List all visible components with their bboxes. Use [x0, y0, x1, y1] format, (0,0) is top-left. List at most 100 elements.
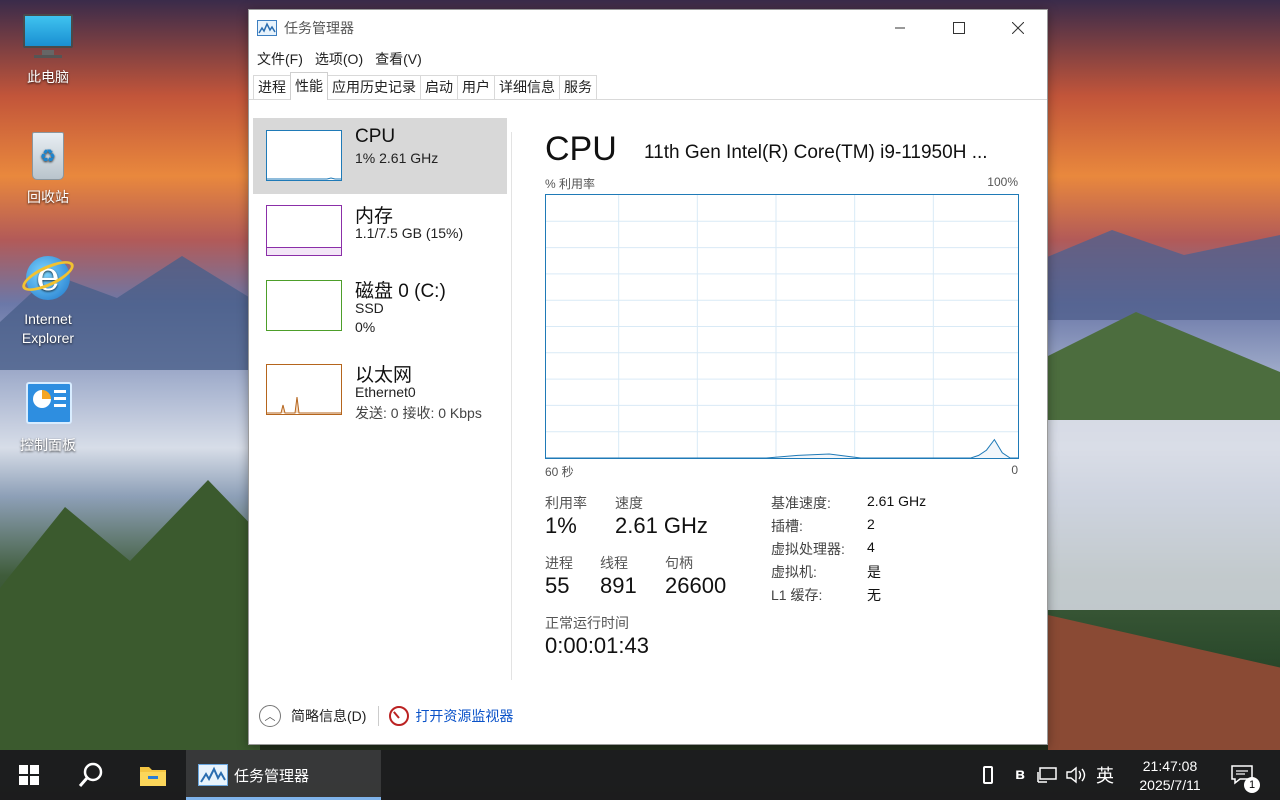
window-title: 任务管理器 [284, 20, 354, 36]
desktop-icon-label: 回收站 [27, 189, 69, 205]
menu-file[interactable]: 文件(F) [251, 49, 309, 69]
menu-bar: 文件(F) 选项(O) 查看(V) [249, 46, 1047, 72]
title-bar[interactable]: 任务管理器 [249, 10, 1047, 46]
usb-device-icon[interactable] [978, 750, 998, 800]
pane-divider[interactable] [511, 132, 512, 680]
background-mountain [1040, 230, 1280, 320]
resource-detail: 0% [355, 319, 376, 335]
tab-processes[interactable]: 进程 [253, 75, 291, 99]
resource-name: 磁盘 0 (C:) [355, 281, 446, 302]
menu-options[interactable]: 选项(O) [309, 49, 369, 69]
tab-details[interactable]: 详细信息 [494, 75, 560, 99]
spec-value: 无 [867, 587, 881, 603]
cpu-model-name: 11th Gen Intel(R) Core(TM) i9-11950H ... [644, 142, 988, 163]
bluetooth-icon[interactable]: ʙ [1008, 750, 1032, 800]
cpu-graph-svg [546, 195, 1018, 459]
taskbar-app-task-manager[interactable]: 任务管理器 [186, 750, 381, 800]
resource-name: 内存 [355, 206, 394, 227]
desktop-icon-recycle-bin[interactable]: ♻ 回收站 [8, 130, 88, 207]
windows-logo-icon [19, 765, 39, 785]
resource-name: 以太网 [355, 365, 413, 386]
desktop-icon-label: Explorer [21, 330, 75, 346]
recycle-bin-icon: ♻ [20, 130, 76, 182]
ethernet-thumbnail-line [267, 396, 341, 414]
spec-value: 2 [867, 516, 875, 532]
speaker-icon [1066, 766, 1086, 784]
cpu-thumbnail-line [267, 177, 341, 180]
close-icon [1011, 22, 1024, 34]
ethernet-thumbnail-graph [266, 364, 342, 415]
spec-value: 2.61 GHz [867, 493, 927, 509]
file-explorer-button[interactable] [126, 750, 180, 800]
speed-label: 速度 [615, 495, 643, 511]
cpu-usage-area [546, 439, 1018, 458]
action-center-button[interactable]: 1 [1222, 750, 1262, 800]
handles-label: 句柄 [665, 555, 693, 571]
window-footer: ︿ 简略信息(D) 打开资源监视器 [259, 704, 513, 728]
taskbar-app-label: 任务管理器 [234, 767, 310, 785]
tab-startup[interactable]: 启动 [420, 75, 458, 99]
tab-app-history[interactable]: 应用历史记录 [327, 75, 421, 99]
volume-icon[interactable] [1064, 750, 1088, 800]
fewer-details-link[interactable]: 简略信息(D) [291, 706, 366, 726]
desktop-icon-this-pc[interactable]: 此电脑 [8, 10, 88, 87]
spec-label: 虚拟机: [771, 564, 817, 580]
background-great-wall [1048, 615, 1280, 750]
cpu-detail-panel: CPU 11th Gen Intel(R) Core(TM) i9-11950H… [545, 118, 1021, 678]
desktop-icon-label: 控制面板 [20, 437, 76, 453]
tab-services[interactable]: 服务 [559, 75, 597, 99]
spec-label: 基准速度: [771, 495, 831, 511]
cpu-usage-line [546, 438, 1018, 459]
threads-label: 线程 [600, 555, 628, 571]
processes-label: 进程 [545, 555, 573, 571]
graph-x-label: 60 秒 [545, 465, 574, 479]
graph-max-label: 100% [987, 175, 1018, 189]
resource-item-disk[interactable]: 磁盘 0 (C:) SSD 0% [253, 270, 507, 346]
resource-item-cpu[interactable]: CPU 1% 2.61 GHz [253, 118, 507, 194]
resource-detail: Ethernet0 [355, 384, 416, 400]
collapse-chevron-icon[interactable]: ︿ [259, 705, 281, 727]
search-icon [78, 762, 103, 787]
background-mist [1048, 420, 1280, 610]
tab-performance[interactable]: 性能 [290, 72, 328, 100]
graph-y-label: % 利用率 [545, 177, 596, 191]
start-button[interactable] [0, 750, 58, 800]
spec-label: 插槽: [771, 518, 803, 534]
menu-view[interactable]: 查看(V) [369, 49, 428, 69]
desktop-icon-label: Internet [24, 311, 72, 327]
utilization-value: 1% [545, 513, 577, 538]
network-icon[interactable] [1036, 750, 1058, 800]
disk-thumbnail-graph [266, 280, 342, 331]
close-button[interactable] [988, 10, 1047, 46]
background-mountain [0, 480, 260, 750]
taskbar: 任务管理器 ʙ 英 21:47:08 2025/7/11 1 [0, 750, 1280, 800]
folder-icon [140, 767, 166, 786]
control-panel-icon [20, 378, 76, 430]
speed-value: 2.61 GHz [615, 513, 708, 538]
uptime-label: 正常运行时间 [545, 615, 629, 631]
resource-item-ethernet[interactable]: 以太网 Ethernet0 发送: 0 接收: 0 Kbps [253, 346, 507, 422]
tab-strip: 进程 性能 应用历史记录 启动 用户 详细信息 服务 [249, 72, 1047, 100]
uptime-value: 0:00:01:43 [545, 633, 649, 658]
resource-item-memory[interactable]: 内存 1.1/7.5 GB (15%) [253, 194, 507, 270]
cpu-thumbnail-graph [266, 130, 342, 181]
resource-detail: 1.1/7.5 GB (15%) [355, 225, 464, 241]
maximize-button[interactable] [929, 10, 988, 46]
clock-time: 21:47:08 [1142, 757, 1198, 774]
clock-date: 2025/7/11 [1139, 776, 1201, 793]
desktop-icon-control-panel[interactable]: 控制面板 [8, 378, 88, 455]
network-monitor-icon [1037, 767, 1057, 783]
open-resource-monitor-link[interactable]: 打开资源监视器 [415, 706, 513, 726]
search-button[interactable] [64, 750, 118, 800]
spec-label: L1 缓存: [771, 587, 823, 603]
input-method-indicator[interactable]: 英 [1092, 750, 1118, 800]
task-manager-window: 任务管理器 文件(F) 选项(O) 查看(V) 进程 性能 应用历史记录 启动 … [248, 9, 1048, 745]
minimize-button[interactable] [870, 10, 929, 46]
monitor-icon [20, 10, 76, 62]
desktop-icon-internet-explorer[interactable]: e Internet Explorer [8, 252, 88, 348]
tab-users[interactable]: 用户 [457, 75, 495, 99]
clock[interactable]: 21:47:08 2025/7/11 [1124, 750, 1216, 800]
footer-divider [378, 706, 380, 726]
task-manager-icon [198, 764, 228, 786]
cpu-utilization-graph [545, 194, 1019, 459]
